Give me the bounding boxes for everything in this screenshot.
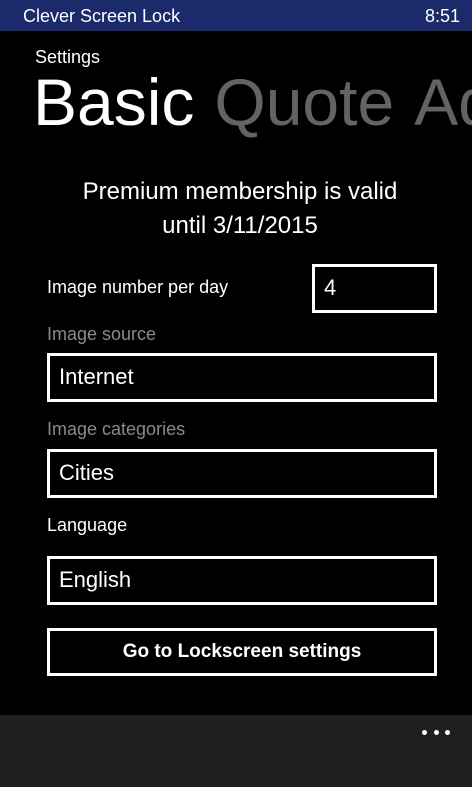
image-categories-picker[interactable]: Cities — [47, 449, 437, 498]
lockscreen-settings-button[interactable]: Go to Lockscreen settings — [47, 628, 437, 676]
pivot-tab-ad[interactable]: Ad — [414, 64, 472, 140]
app-bar — [0, 715, 472, 787]
language-picker[interactable]: English — [47, 556, 437, 605]
more-ellipsis-icon[interactable] — [422, 729, 450, 735]
ellipsis-dot — [422, 729, 427, 735]
ellipsis-dot — [433, 729, 439, 735]
status-clock: 8:51 — [424, 6, 460, 26]
image-source-label: Image source — [47, 324, 157, 344]
images-per-day-input[interactable]: 4 — [312, 264, 437, 313]
image-source-picker[interactable]: Internet — [47, 353, 437, 402]
premium-status-line1: Premium membership is valid — [82, 178, 398, 205]
pivot-tab-basic[interactable]: Basic — [33, 64, 194, 140]
image-categories-label: Image categories — [47, 419, 186, 439]
app-title-bar: Clever Screen Lock 8:51 — [0, 0, 472, 31]
premium-status-line2: until 3/11/2015 — [162, 212, 318, 239]
pivot-header-strip: Basic Quote Ad — [33, 64, 472, 140]
language-label: Language — [47, 515, 128, 535]
app-title: Clever Screen Lock — [23, 6, 181, 26]
premium-status: Premium membership is valid until 3/11/2… — [30, 175, 450, 243]
pivot-tab-quote[interactable]: Quote — [214, 64, 394, 140]
ellipsis-dot — [445, 729, 450, 735]
images-per-day-label: Image number per day — [47, 277, 229, 297]
